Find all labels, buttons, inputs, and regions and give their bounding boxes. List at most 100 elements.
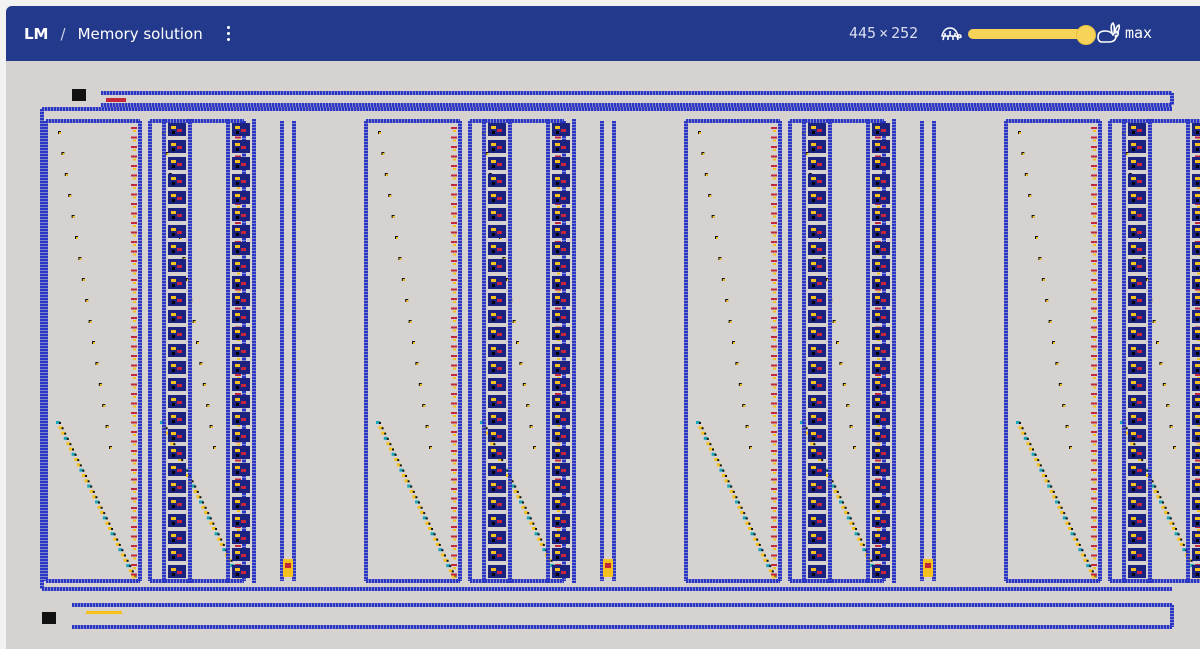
signal-dot <box>1046 300 1049 302</box>
memory-bit <box>1196 267 1199 270</box>
tick <box>451 146 457 148</box>
memory-bit <box>555 364 560 367</box>
tick <box>1093 462 1096 465</box>
memory-bit <box>1196 131 1199 134</box>
signal-dot <box>746 426 749 428</box>
tick <box>133 139 136 142</box>
memory-bit <box>881 401 886 404</box>
tick <box>451 450 457 452</box>
memory-bit <box>497 452 502 455</box>
signal-dot <box>98 501 100 504</box>
breadcrumb-root-link[interactable]: LM <box>24 25 49 43</box>
tick <box>771 345 777 348</box>
memory-bit <box>881 146 886 149</box>
tick <box>133 405 136 408</box>
memory-bit <box>881 333 886 336</box>
tick <box>1091 260 1097 262</box>
memory-bit <box>876 488 879 491</box>
tick <box>771 155 777 158</box>
memory-cell <box>1192 310 1200 323</box>
memory-bit <box>1137 350 1142 353</box>
memory-bit <box>817 146 822 149</box>
tick <box>1093 576 1096 579</box>
memory-bit <box>811 262 816 265</box>
memory-bit <box>876 386 879 389</box>
tick <box>771 298 777 300</box>
memory-bit <box>172 522 175 525</box>
memory-bit <box>241 197 246 200</box>
memory-bit <box>1131 126 1136 129</box>
memory-bit <box>817 384 822 387</box>
tick <box>237 358 240 360</box>
memory-bit <box>812 352 815 355</box>
speed-slider[interactable] <box>968 25 1096 45</box>
memory-bit <box>491 313 496 316</box>
tick <box>1091 298 1097 300</box>
tick <box>555 374 561 376</box>
memory-bit <box>561 537 566 540</box>
signal-dot <box>704 432 707 435</box>
kebab-menu-icon[interactable] <box>221 26 236 41</box>
signal-dot <box>1059 384 1062 386</box>
tick <box>771 184 777 186</box>
signal-dot <box>719 464 722 467</box>
tick <box>133 348 136 351</box>
memory-bit <box>1137 299 1142 302</box>
memory-bit <box>1195 398 1200 401</box>
memory-bit <box>241 520 246 523</box>
speed-slider-thumb[interactable] <box>1076 25 1096 45</box>
page-title[interactable]: Memory solution <box>78 25 203 43</box>
memory-bit <box>492 250 495 253</box>
memory-bit <box>556 386 559 389</box>
memory-bit <box>177 350 182 353</box>
rabbit-icon[interactable] <box>1095 21 1121 45</box>
signal-dot <box>736 363 739 365</box>
memory-bit <box>876 454 879 457</box>
memory-bit <box>171 160 176 163</box>
signal-dot <box>1091 570 1094 573</box>
memory-bit <box>812 505 815 508</box>
tick <box>133 481 136 484</box>
memory-bit <box>555 415 560 418</box>
tick <box>453 491 456 493</box>
speed-slider-track[interactable] <box>968 29 1088 39</box>
turtle-icon[interactable] <box>938 23 962 45</box>
memory-bit <box>876 233 879 236</box>
tick <box>771 146 777 148</box>
tick <box>773 329 776 332</box>
memory-cell <box>1192 548 1200 561</box>
tick <box>451 545 457 547</box>
signal-dot <box>1058 501 1060 504</box>
memory-bit <box>492 182 495 185</box>
signal-dot <box>1153 321 1156 323</box>
memory-bit <box>1132 386 1135 389</box>
signal-dot <box>1065 517 1068 520</box>
signal-dot <box>210 426 213 428</box>
signal-dot <box>717 459 720 462</box>
tick <box>133 557 136 560</box>
memory-bit <box>881 265 886 268</box>
memory-bit <box>177 520 182 523</box>
signal-dot <box>1024 432 1027 435</box>
tick <box>1093 234 1096 237</box>
signal-dot <box>438 543 441 546</box>
signal-dot <box>193 321 196 323</box>
tick <box>131 146 137 148</box>
tick <box>133 396 136 398</box>
memory-bit <box>236 522 239 525</box>
tick <box>1091 554 1097 557</box>
memory-bit <box>876 403 879 406</box>
memory-bit <box>235 381 240 384</box>
memory-bit <box>1195 160 1200 163</box>
signal-dot <box>423 405 426 407</box>
tick <box>131 573 137 576</box>
memory-bit <box>235 432 240 435</box>
memory-bit <box>875 245 880 248</box>
tick <box>1091 402 1097 405</box>
tick <box>131 326 137 329</box>
tick <box>1093 329 1096 332</box>
signal-dot <box>699 422 701 424</box>
signal-dot <box>748 522 751 525</box>
simulation-canvas[interactable] <box>6 61 1200 649</box>
memory-bit <box>235 296 240 299</box>
